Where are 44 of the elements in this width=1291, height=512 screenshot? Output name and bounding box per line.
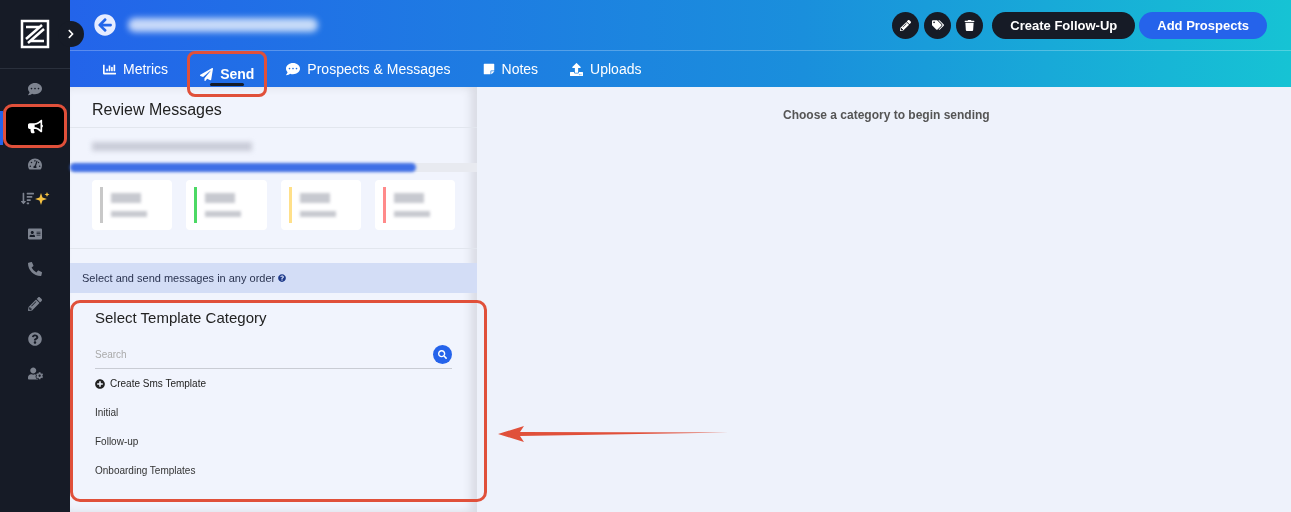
category-item[interactable]: Follow-up bbox=[95, 436, 462, 447]
chart-icon bbox=[103, 62, 116, 76]
help-icon[interactable] bbox=[278, 274, 287, 282]
sort-sparkle-icon bbox=[20, 191, 50, 206]
category-item[interactable]: Onboarding Templates bbox=[95, 465, 462, 476]
paper-plane-icon bbox=[200, 67, 214, 81]
tab[interactable]: Prospects & Messages bbox=[273, 54, 464, 84]
active-indicator bbox=[0, 111, 3, 145]
tab[interactable]: Uploads bbox=[557, 54, 655, 84]
category-item[interactable]: Initial bbox=[95, 407, 462, 418]
tab[interactable]: Notes bbox=[469, 54, 552, 84]
panel-title: Select Template Category bbox=[95, 309, 268, 326]
add-button[interactable]: Add Prospects bbox=[1139, 11, 1267, 39]
plus-icon bbox=[95, 378, 105, 389]
tab[interactable]: Metrics bbox=[90, 54, 182, 84]
tags-icon bbox=[931, 19, 944, 31]
create-button[interactable]: Create Follow-Up bbox=[992, 11, 1136, 39]
megaphone-icon bbox=[27, 118, 43, 134]
contact-card-icon bbox=[28, 226, 42, 241]
delete-button[interactable] bbox=[956, 11, 984, 39]
notice-text: Select and send messages in any order bbox=[82, 272, 276, 284]
search-button[interactable] bbox=[433, 344, 452, 364]
search-field[interactable]: Search bbox=[95, 348, 433, 360]
upload-icon bbox=[570, 62, 584, 76]
help-icon bbox=[28, 331, 42, 346]
trash-icon bbox=[964, 19, 976, 31]
phone-icon bbox=[28, 261, 42, 276]
search-icon bbox=[438, 349, 447, 359]
logo-icon bbox=[20, 19, 50, 49]
back-icon[interactable] bbox=[94, 14, 116, 36]
create-template-link[interactable]: Create Sms Template bbox=[95, 378, 462, 389]
user-settings-icon bbox=[27, 366, 43, 381]
pencil-icon bbox=[28, 296, 42, 311]
chevron-icon bbox=[66, 29, 76, 39]
note-icon bbox=[482, 63, 495, 75]
pencil-icon bbox=[900, 19, 912, 31]
gauge-icon bbox=[28, 156, 42, 171]
sidebar-item[interactable] bbox=[3, 104, 67, 148]
chat-icon bbox=[28, 81, 42, 96]
section-title: Review Messages bbox=[70, 87, 477, 128]
chat-icon bbox=[286, 62, 301, 76]
empty-hint: Choose a category to begin sending bbox=[783, 108, 990, 124]
edit-button[interactable] bbox=[892, 11, 920, 39]
tags-button[interactable] bbox=[924, 11, 952, 39]
